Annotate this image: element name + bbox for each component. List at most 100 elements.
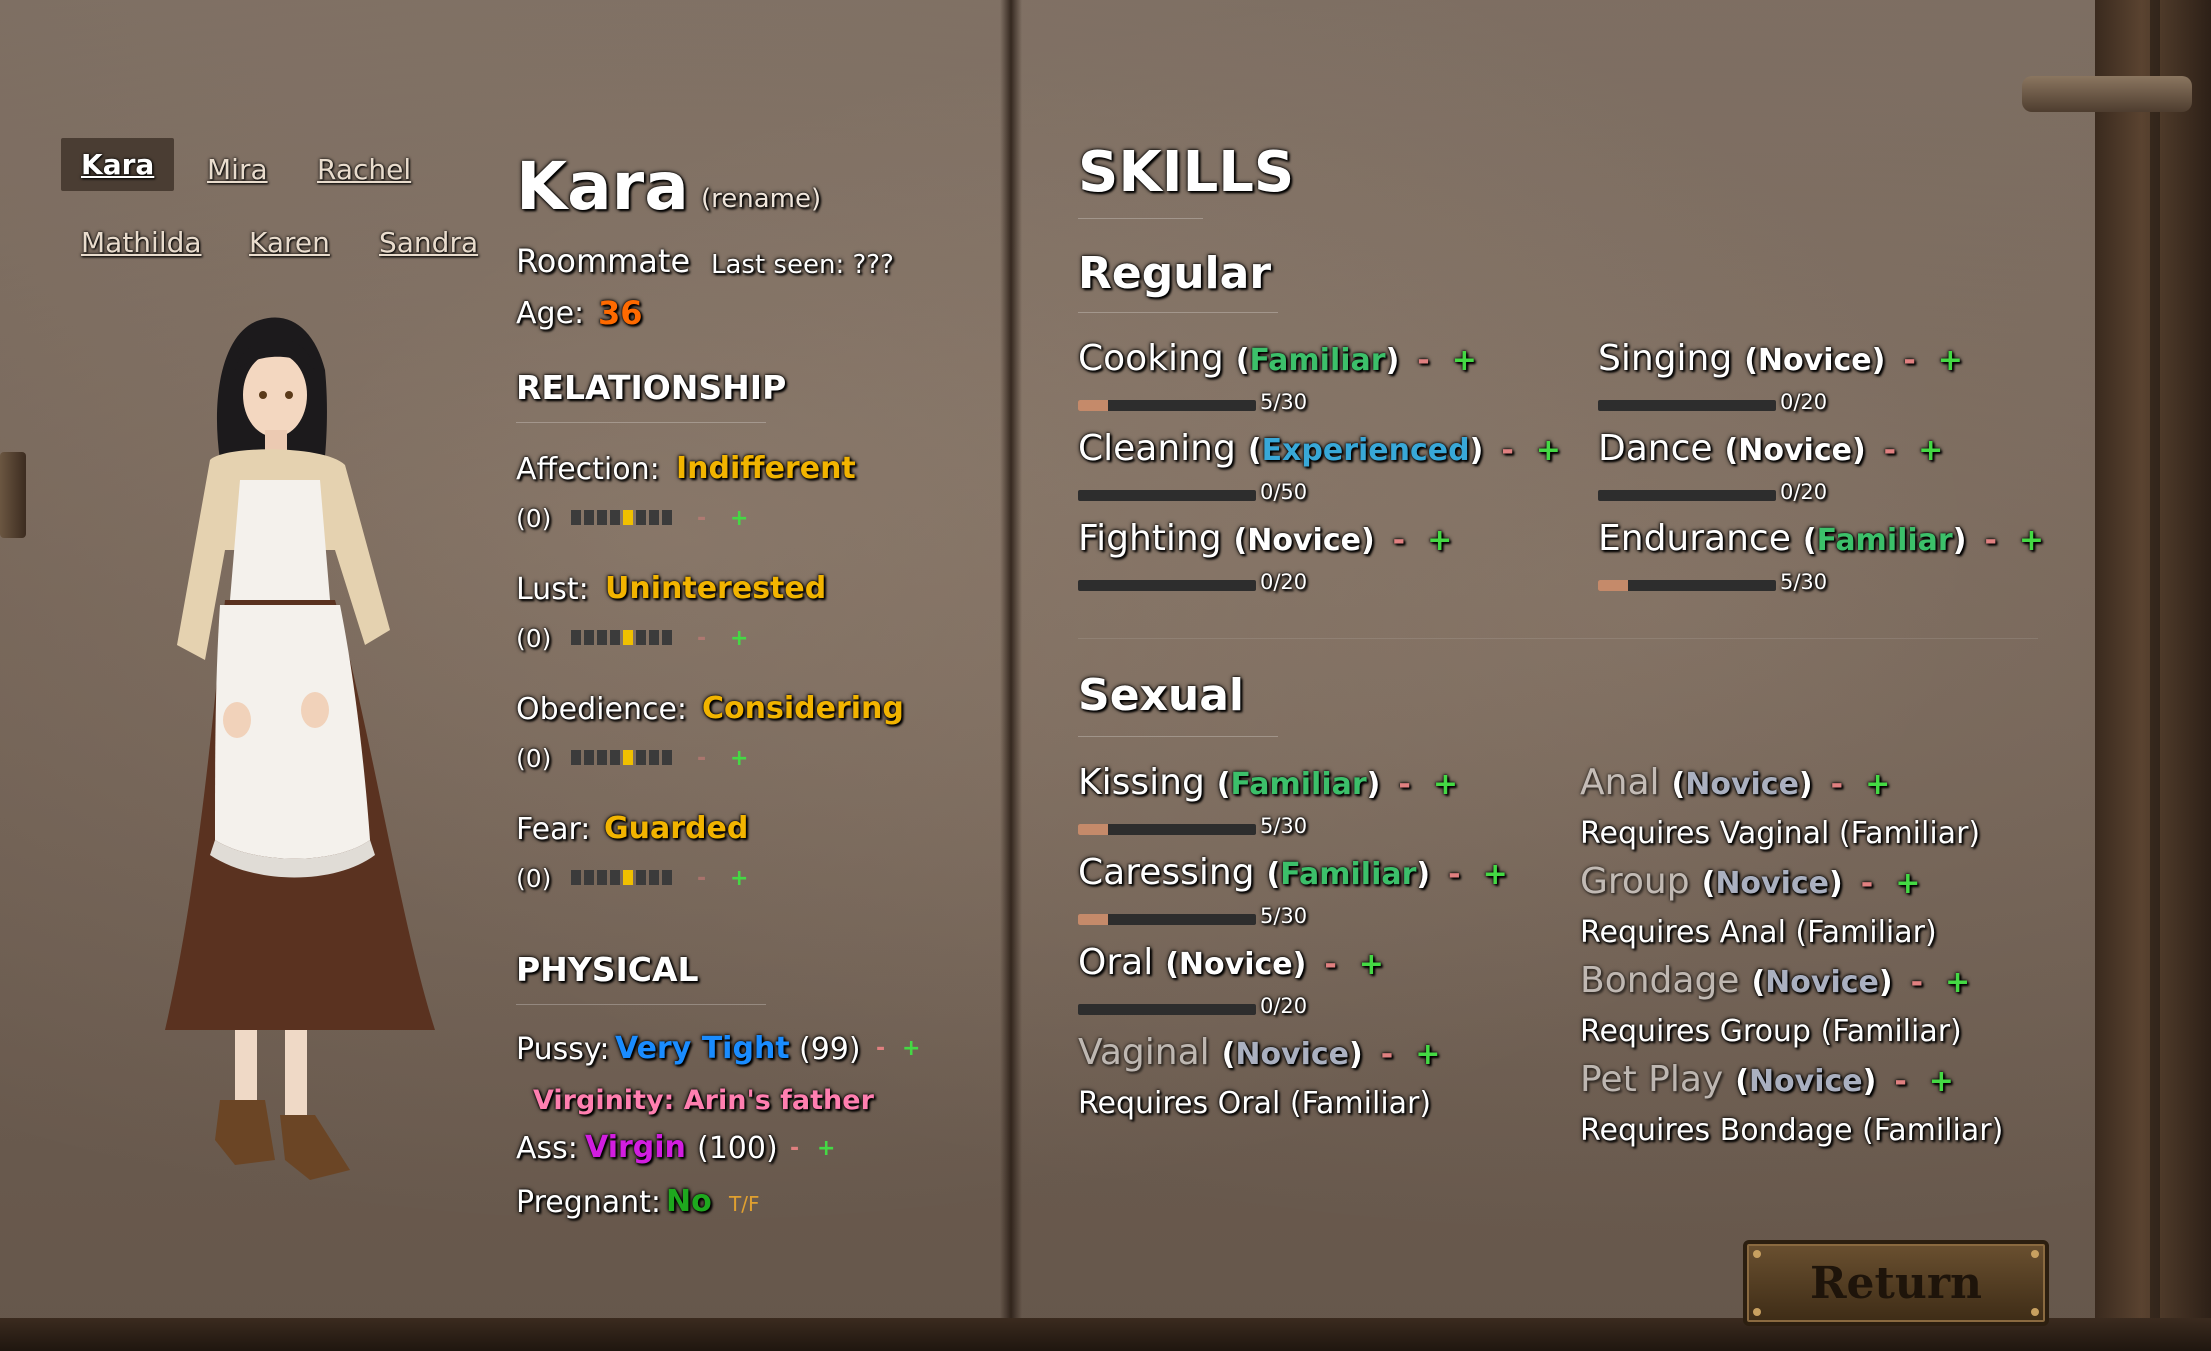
skill-minus-button[interactable]: -	[1417, 343, 1429, 378]
skill-paren-open: (	[1216, 767, 1231, 802]
book-left-clasp	[0, 452, 26, 538]
relationship-meter	[571, 870, 672, 885]
skill-progress-fill	[1078, 400, 1108, 411]
skill-plus-button[interactable]: +	[1433, 767, 1458, 802]
skill-minus-button[interactable]: -	[1831, 767, 1843, 802]
relationship-plus-button[interactable]: +	[730, 746, 748, 771]
skill-plus-button[interactable]: +	[2019, 523, 2044, 558]
skill-paren-open: (	[1744, 343, 1758, 378]
skill-plus-button[interactable]: +	[1536, 433, 1561, 468]
skill-name: Cooking	[1078, 338, 1224, 379]
relationship-plus-button[interactable]: +	[730, 506, 748, 531]
relationship-label: Lust:	[516, 572, 589, 607]
skill-name: Oral	[1078, 942, 1154, 983]
skill-level: Novice	[1738, 433, 1852, 468]
meter-segment	[636, 870, 646, 885]
meter-segment	[597, 510, 607, 525]
skill-row: Oral (Novice) - +	[1078, 942, 1384, 983]
meter-segment	[584, 510, 594, 525]
skill-name: Vaginal	[1078, 1032, 1210, 1073]
relationship-title: RELATIONSHIP	[516, 368, 787, 407]
skill-paren-open: (	[1735, 1064, 1749, 1099]
skill-progress-text: 0/20	[1780, 390, 1828, 414]
meter-segment	[636, 750, 646, 765]
skill-minus-button[interactable]: -	[1398, 767, 1410, 802]
skill-minus-button[interactable]: -	[1894, 1064, 1906, 1099]
tab-mira[interactable]: Mira	[207, 153, 268, 186]
skill-requirement: Requires Bondage (Familiar)	[1580, 1113, 2004, 1148]
skill-progress-text: 0/50	[1260, 480, 1308, 504]
tab-sandra[interactable]: Sandra	[379, 226, 478, 259]
skill-paren-close: )	[1952, 523, 1967, 558]
pussy-plus-button[interactable]: +	[902, 1036, 920, 1061]
skill-progress-fill	[1078, 824, 1108, 835]
relationship-value: Guarded	[604, 811, 749, 846]
sexual-divider	[1078, 736, 1278, 737]
ass-plus-button[interactable]: +	[817, 1136, 835, 1161]
skill-paren-close: )	[1798, 767, 1813, 802]
skill-minus-button[interactable]: -	[1984, 523, 1996, 558]
skill-plus-button[interactable]: +	[1945, 965, 1970, 1000]
pussy-minus-button[interactable]: -	[876, 1036, 885, 1061]
skill-minus-button[interactable]: -	[1911, 965, 1923, 1000]
skill-row: Anal (Novice) - +	[1580, 762, 1890, 803]
skill-minus-button[interactable]: -	[1501, 433, 1513, 468]
pregnant-toggle[interactable]: T/F	[729, 1192, 759, 1216]
relationship-minus-button[interactable]: -	[697, 866, 706, 891]
meter-segment	[662, 870, 672, 885]
relationship-label: Fear:	[516, 812, 591, 847]
skill-plus-button[interactable]: +	[1938, 343, 1963, 378]
rename-link[interactable]: (rename)	[701, 184, 821, 214]
skill-level: Novice	[1748, 1064, 1863, 1099]
relationship-plus-button[interactable]: +	[730, 626, 748, 651]
skill-minus-button[interactable]: -	[1381, 1037, 1393, 1072]
skill-minus-button[interactable]: -	[1324, 947, 1336, 982]
skill-name: Dance	[1598, 428, 1713, 469]
skill-plus-button[interactable]: +	[1452, 343, 1477, 378]
sexual-skills-title: Sexual	[1078, 670, 1245, 721]
skill-plus-button[interactable]: +	[1918, 433, 1943, 468]
skill-level: Novice	[1715, 866, 1830, 901]
skill-progress-text: 5/30	[1260, 390, 1308, 414]
meter-segment	[649, 510, 659, 525]
skill-plus-button[interactable]: +	[1895, 866, 1920, 901]
skill-plus-button[interactable]: +	[1865, 767, 1890, 802]
skill-row: Endurance (Familiar) - +	[1598, 518, 2044, 559]
skill-minus-button[interactable]: -	[1884, 433, 1896, 468]
skill-plus-button[interactable]: +	[1415, 1037, 1440, 1072]
skill-progress-fill	[1598, 580, 1628, 591]
skill-plus-button[interactable]: +	[1359, 947, 1384, 982]
skill-paren-close: )	[1292, 947, 1307, 982]
return-button[interactable]: Return	[1743, 1240, 2049, 1326]
skill-paren-open: (	[1802, 523, 1817, 558]
ass-value: Virgin	[585, 1130, 686, 1165]
skill-row: Pet Play (Novice) - +	[1580, 1059, 1954, 1100]
skill-plus-button[interactable]: +	[1929, 1064, 1954, 1099]
relationship-plus-button[interactable]: +	[730, 866, 748, 891]
skill-minus-button[interactable]: -	[1903, 343, 1915, 378]
tab-karen[interactable]: Karen	[249, 226, 330, 259]
skill-plus-button[interactable]: +	[1427, 523, 1452, 558]
skill-plus-button[interactable]: +	[1483, 857, 1508, 892]
skill-row: Caressing (Familiar) - +	[1078, 852, 1508, 893]
meter-segment	[623, 870, 633, 885]
relationship-minus-button[interactable]: -	[697, 506, 706, 531]
skill-minus-button[interactable]: -	[1861, 866, 1873, 901]
ass-minus-button[interactable]: -	[790, 1136, 799, 1161]
relationship-minus-button[interactable]: -	[697, 746, 706, 771]
relationship-meter	[571, 750, 672, 765]
meter-segment	[662, 510, 672, 525]
meter-segment	[636, 630, 646, 645]
relationship-number: (0)	[516, 504, 552, 533]
meter-segment	[623, 630, 633, 645]
skill-minus-button[interactable]: -	[1448, 857, 1460, 892]
tab-mathilda[interactable]: Mathilda	[81, 226, 202, 259]
skill-name: Singing	[1598, 338, 1733, 379]
skill-row: Kissing (Familiar) - +	[1078, 762, 1458, 803]
relationship-minus-button[interactable]: -	[697, 626, 706, 651]
pussy-label: Pussy:	[516, 1032, 610, 1067]
tab-rachel[interactable]: Rachel	[317, 153, 411, 186]
return-label: Return	[1809, 1257, 1983, 1309]
tab-kara[interactable]: Kara	[61, 138, 175, 191]
skill-minus-button[interactable]: -	[1393, 523, 1405, 558]
